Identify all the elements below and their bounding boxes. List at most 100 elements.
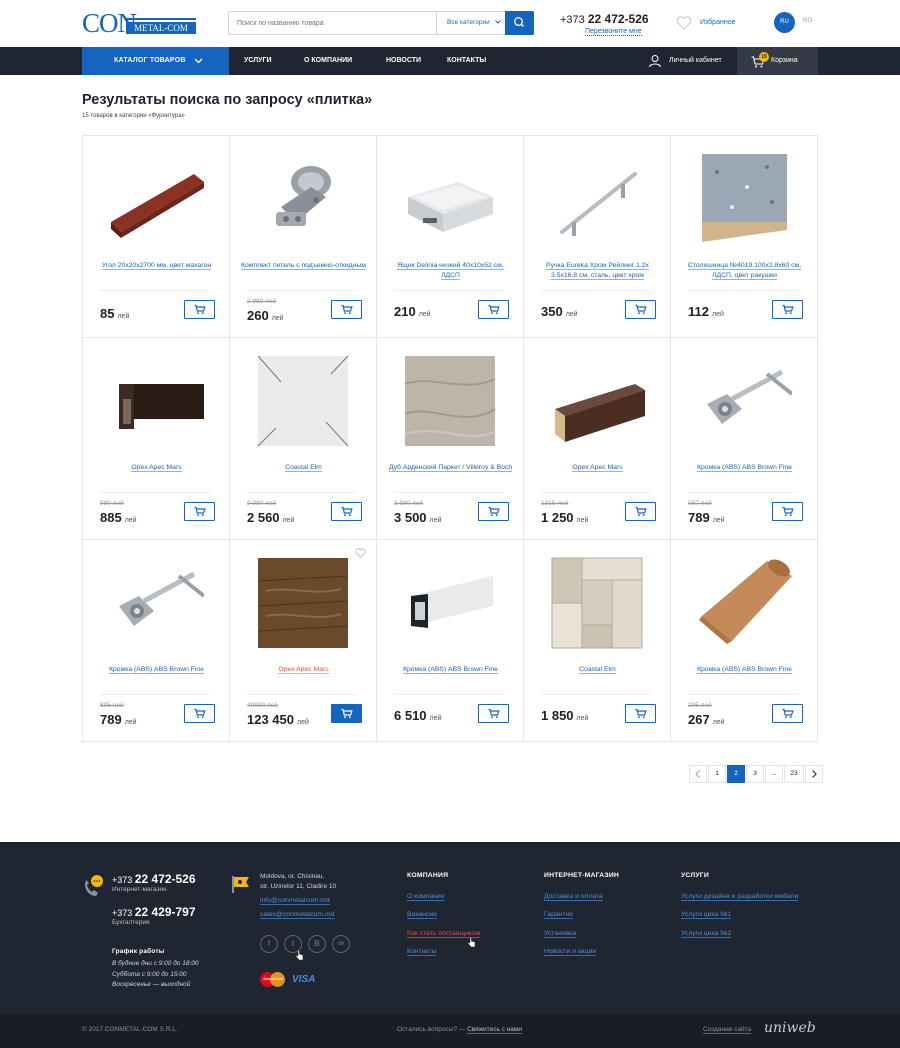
product-name[interactable]: Кромка (ABS) ABS Brown Fine bbox=[93, 665, 220, 675]
add-to-cart-button[interactable] bbox=[184, 300, 215, 319]
product-card[interactable]: Opex Apec Mars 1315 лей 1 250 лей bbox=[524, 338, 671, 540]
product-card[interactable]: Ящик Delinia низкий 40x10x52 см, ЛДСП 21… bbox=[377, 136, 524, 338]
lang-ro-button[interactable]: RO bbox=[803, 18, 812, 24]
price-currency: лей bbox=[297, 719, 309, 726]
page-button[interactable]: 3 bbox=[746, 765, 764, 783]
product-card[interactable]: Coastal Elm 1 850 лей bbox=[524, 540, 671, 742]
add-to-cart-button[interactable] bbox=[772, 704, 803, 723]
footer-link[interactable]: Установка bbox=[544, 930, 577, 938]
add-to-cart-button[interactable] bbox=[331, 502, 362, 521]
odnoklassniki-icon[interactable]: ok bbox=[332, 935, 350, 953]
contact-us-link[interactable]: Свяжитесь с нами bbox=[467, 1026, 523, 1034]
product-card[interactable]: Ручка Eureka Хром Рейлинг 1.2x 3.5x16.8 … bbox=[524, 136, 671, 338]
next-page-button[interactable] bbox=[805, 765, 823, 783]
page-button-current[interactable]: 2 bbox=[727, 765, 745, 783]
add-to-cart-button[interactable] bbox=[184, 502, 215, 521]
product-name[interactable]: Дуб Арденский Паркет / Villeroy & Boch bbox=[387, 463, 514, 473]
footer-link[interactable]: Услуги дизайна и разработки мебели bbox=[681, 893, 799, 901]
product-card[interactable]: Кромка (ABS) ABS Brown Fine 895 лей 789 л… bbox=[83, 540, 230, 742]
product-name[interactable]: Кромка (ABS) ABS Brown Fine bbox=[681, 463, 808, 473]
product-card[interactable]: Столешница №4019 100x2.8x60 см, ЛДСП, цв… bbox=[671, 136, 818, 338]
product-card[interactable]: Угол 20x20x2700 мм, цвет махагон 85 лей bbox=[83, 136, 230, 338]
heart-icon[interactable] bbox=[355, 548, 366, 558]
cart-icon bbox=[194, 506, 206, 517]
old-price: 1315 лей bbox=[541, 500, 569, 507]
nav-contacts[interactable]: КОНТАКТЫ bbox=[447, 47, 486, 75]
cart-button[interactable]: 15 Корзина bbox=[737, 47, 818, 75]
search-input[interactable] bbox=[229, 12, 435, 34]
add-to-cart-button[interactable] bbox=[331, 704, 362, 723]
add-to-cart-button[interactable] bbox=[331, 300, 362, 319]
add-to-cart-button[interactable] bbox=[184, 704, 215, 723]
add-to-cart-button[interactable] bbox=[478, 300, 509, 319]
product-name[interactable]: Столешница №4019 100x2.8x60 см, ЛДСП, цв… bbox=[681, 261, 808, 281]
uniweb-logo[interactable]: uniweb bbox=[764, 1020, 816, 1036]
product-card[interactable]: Opex Apec Mars 49990 лей 123 450 лей bbox=[230, 540, 377, 742]
add-to-cart-button[interactable] bbox=[772, 300, 803, 319]
price-value: 3 500 bbox=[394, 510, 427, 525]
product-card[interactable]: Кромка (ABS) ABS Brown Fine 295 лей 267 л… bbox=[671, 540, 818, 742]
facebook-icon[interactable]: f bbox=[260, 935, 278, 953]
add-to-cart-button[interactable] bbox=[478, 502, 509, 521]
product-name[interactable]: Opex Apec Mars bbox=[534, 463, 661, 473]
product-card[interactable]: Opex Apec Mars 980 лей 885 лей bbox=[83, 338, 230, 540]
footer-phone-prefix: +373 bbox=[112, 908, 133, 918]
callback-link[interactable]: Перезвоните мне bbox=[585, 28, 642, 36]
page-ellipsis: ... bbox=[765, 765, 783, 783]
add-to-cart-button[interactable] bbox=[772, 502, 803, 521]
old-price: 987 лей bbox=[688, 500, 712, 507]
product-name[interactable]: Coastal Elm bbox=[240, 463, 367, 473]
header-phone-number[interactable]: +373 22 472-526 bbox=[560, 12, 649, 26]
catalog-button[interactable]: КАТАЛОГ ТОВАРОВ bbox=[82, 47, 229, 75]
nav-about[interactable]: О КОМПАНИИ bbox=[304, 47, 352, 75]
product-name[interactable]: Opex Apec Mars bbox=[240, 665, 367, 675]
footer-email-sales[interactable]: sales@conmetalcom.md bbox=[260, 911, 335, 919]
category-select[interactable]: Все категории bbox=[436, 12, 506, 34]
footer-link[interactable]: Вакансии bbox=[407, 911, 437, 919]
price-currency: лей bbox=[565, 311, 578, 318]
add-to-cart-button[interactable] bbox=[478, 704, 509, 723]
product-name[interactable]: Ручка Eureka Хром Рейлинг 1.2x 3.5x16.8 … bbox=[534, 261, 661, 281]
footer-link[interactable]: Услуги цеха №1 bbox=[681, 911, 732, 919]
product-card[interactable]: Кромка (ABS) ABS Brown Fine 987 лей 789 л… bbox=[671, 338, 818, 540]
search-button[interactable] bbox=[505, 11, 534, 35]
footer-phone-shop[interactable]: +373 22 472-526 bbox=[112, 872, 196, 886]
nav-services[interactable]: УСЛУГИ bbox=[244, 47, 272, 75]
account-link[interactable]: Личный кабинет bbox=[648, 47, 722, 75]
product-name[interactable]: Кромка (ABS) ABS Brown Fine bbox=[387, 665, 514, 675]
product-name[interactable]: Ящик Delinia низкий 40x10x52 см, ЛДСП bbox=[387, 261, 514, 281]
product-name[interactable]: Угол 20x20x2700 мм, цвет махагон bbox=[93, 261, 220, 271]
add-to-cart-button[interactable] bbox=[625, 704, 656, 723]
angle-profile-image bbox=[111, 174, 204, 238]
prev-page-button[interactable] bbox=[689, 765, 707, 783]
footer-link[interactable]: Доставка и оплата bbox=[544, 893, 603, 901]
product-name[interactable]: Opex Apec Mars bbox=[93, 463, 220, 473]
old-price: 980 лей bbox=[100, 500, 124, 507]
product-name[interactable]: Coastal Elm bbox=[534, 665, 661, 675]
vk-icon[interactable]: B bbox=[308, 935, 326, 953]
page-button[interactable]: 23 bbox=[784, 765, 804, 783]
price-value: 260 bbox=[247, 308, 269, 323]
nav-news[interactable]: НОВОСТИ bbox=[386, 47, 421, 75]
add-to-cart-button[interactable] bbox=[625, 300, 656, 319]
footer-link[interactable]: Новости и акции bbox=[544, 948, 597, 956]
product-name[interactable]: Комплект петель с подъемно-откидным bbox=[240, 261, 367, 271]
product-name[interactable]: Кромка (ABS) ABS Brown Fine bbox=[681, 665, 808, 675]
cart-label: Корзина bbox=[771, 57, 798, 64]
plinth-profile-image bbox=[119, 384, 204, 429]
footer-link[interactable]: О компании bbox=[407, 893, 445, 901]
footer-link[interactable]: Гарантия bbox=[544, 911, 573, 919]
add-to-cart-button[interactable] bbox=[625, 502, 656, 521]
footer-email-info[interactable]: info@conmetalcom.md bbox=[260, 897, 330, 905]
footer-link[interactable]: Контакты bbox=[407, 948, 437, 956]
site-logo[interactable]: CON METAL-COM bbox=[82, 8, 196, 38]
footer-link[interactable]: Услуги цеха №2 bbox=[681, 930, 732, 938]
made-by-link[interactable]: Создание сайта bbox=[703, 1026, 752, 1034]
product-card[interactable]: Комплект петель с подъемно-откидным 2 98… bbox=[230, 136, 377, 338]
product-card[interactable]: Дуб Арденский Паркет / Villeroy & Boch 3… bbox=[377, 338, 524, 540]
lang-ru-button[interactable]: RU bbox=[774, 12, 795, 33]
page-button[interactable]: 1 bbox=[708, 765, 726, 783]
product-card[interactable]: Кромка (ABS) ABS Brown Fine 6 510 лей bbox=[377, 540, 524, 742]
product-card[interactable]: Coastal Elm 2 980 лей 2 560 лей bbox=[230, 338, 377, 540]
footer-phone-accounting[interactable]: +373 22 429-797 bbox=[112, 905, 196, 919]
